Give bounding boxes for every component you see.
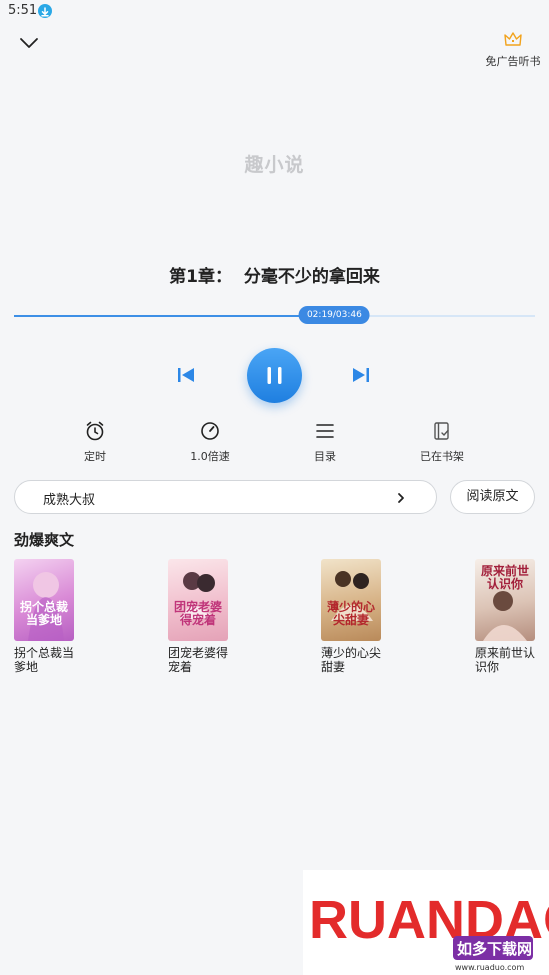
previous-chapter-button[interactable] [175,364,197,386]
chevron-right-icon [398,493,404,503]
book-item[interactable]: 薄少的心尖甜妻 薄少的心尖甜妻 [321,559,383,674]
speed-gauge-icon [201,422,219,440]
progress-time-readout[interactable]: 02:19/03:46 [298,306,370,324]
watermark-logo: RUANDAO 如多下载网 www.ruaduo.com [303,870,549,975]
pause-icon [267,367,282,384]
watermark-subtitle: 如多下载网 [457,940,532,958]
chevron-down-icon [20,38,38,48]
download-notification-icon [38,4,52,18]
skip-next-icon [353,368,369,382]
catalog-button[interactable]: 目录 [285,420,365,464]
book-cover: 团宠老婆得宠着 [168,559,228,641]
collapse-button[interactable] [16,32,42,54]
book-item[interactable]: 团宠老婆得宠着 团宠老婆得宠着 [168,559,230,674]
book-title: 薄少的心尖甜妻 [321,646,382,674]
speed-label: 1.0倍速 [190,450,230,463]
voice-selector[interactable]: 成熟大叔 [14,480,437,514]
ad-free-label: 免广告听书 [485,55,541,68]
recommend-section-title: 劲爆爽文 [14,531,75,549]
cover-logo: 趣小说 [244,154,305,176]
read-original-button[interactable]: 阅读原文 [450,480,535,514]
book-title: 拐个总裁当爹地 [14,646,75,674]
voice-current: 成熟大叔 [43,493,96,508]
timer-label: 定时 [84,450,106,463]
book-cover-text: 原来前世认识你 [480,564,529,591]
playback-controls [0,345,549,405]
book-item[interactable]: 拐个总裁当爹地 拐个总裁当爹地 [14,559,76,674]
bookshelf-button[interactable]: 已在书架 [402,420,482,464]
status-time: 5:51 [8,3,38,18]
bookshelf-label: 已在书架 [420,450,464,463]
book-cover: 薄少的心尖甜妻 [321,559,381,641]
progress-fill [14,315,335,317]
list-icon [316,424,334,438]
book-cover: 原来前世认识你 [475,559,535,641]
watermark-url: www.ruaduo.com [455,963,524,972]
book-title: 原来前世认识你 [475,646,536,674]
pause-button[interactable] [247,348,302,403]
book-cover: 拐个总裁当爹地 [14,559,74,641]
progress-bar[interactable]: 02:19/03:46 [14,306,535,324]
bookshelf-icon [434,422,449,440]
chapter-title: 第1章： 分毫不少的拿回来 [169,267,380,287]
book-cover-text: 薄少的心尖甜妻 [326,600,375,627]
book-item[interactable]: 原来前世认识你 原来前世认识你 [475,559,537,674]
ad-free-listen-button[interactable]: 免广告听书 [485,30,541,69]
next-chapter-button[interactable] [350,364,372,386]
skip-previous-icon [178,368,194,382]
alarm-clock-icon [86,421,104,441]
speed-button[interactable]: 1.0倍速 [170,420,250,464]
book-cover-text: 团宠老婆得宠着 [173,600,222,627]
player-toolbar: 定时 1.0倍速 目录 已在书架 [0,420,549,464]
status-bar: 5:51 [0,0,549,24]
book-title: 团宠老婆得宠着 [168,646,229,674]
book-cover-text: 拐个总裁当爹地 [19,600,68,627]
timer-button[interactable]: 定时 [55,420,135,464]
catalog-label: 目录 [314,450,336,463]
crown-icon [504,32,522,46]
